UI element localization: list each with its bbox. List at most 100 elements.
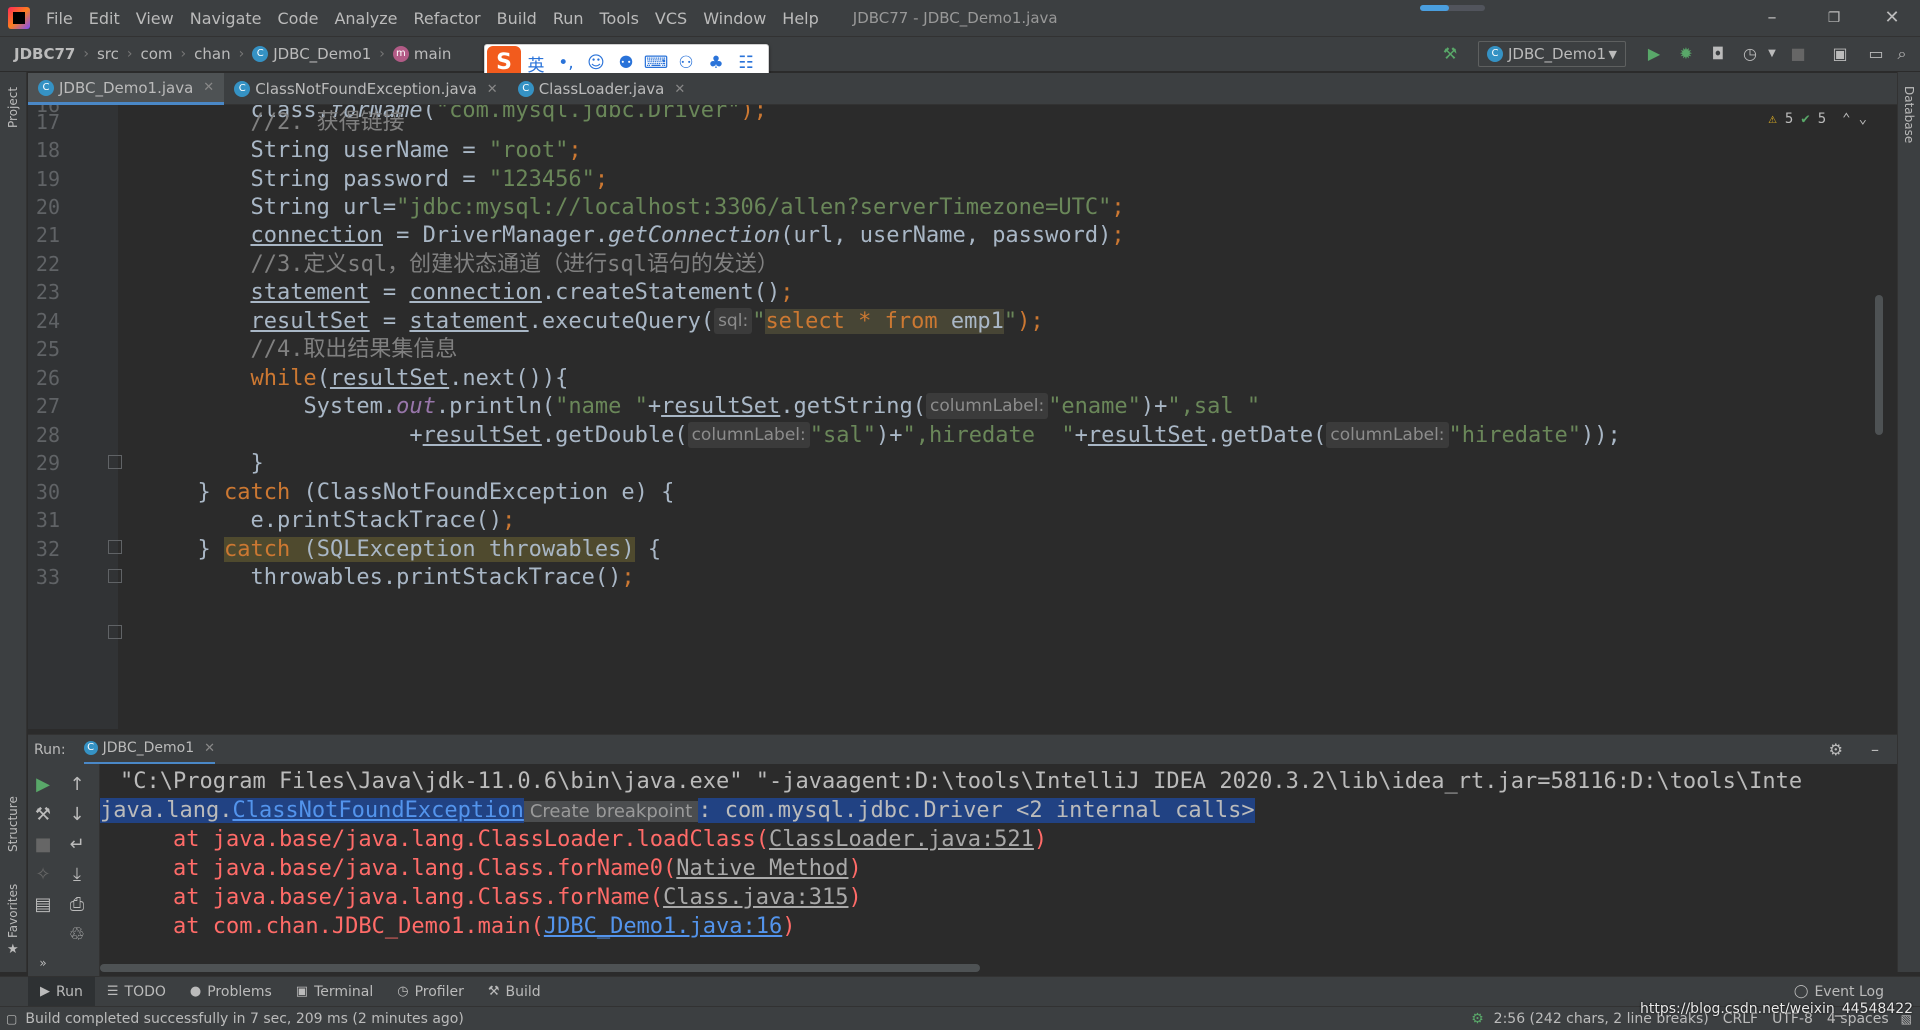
- wrench-icon[interactable]: ⚒: [32, 804, 54, 826]
- watermark: https://blog.csdn.net/weixin_44548422: [1640, 1001, 1914, 1017]
- restore-button[interactable]: ❐: [1822, 6, 1846, 30]
- menu-refactor[interactable]: Refactor: [406, 9, 489, 28]
- status-toggle-icon[interactable]: ▢: [6, 1012, 17, 1026]
- chevron-down-icon[interactable]: ▼: [1762, 44, 1782, 64]
- stop-icon[interactable]: ■: [1788, 44, 1808, 64]
- user-icon[interactable]: ⚇: [671, 53, 701, 73]
- close-window-button[interactable]: ✕: [1880, 6, 1904, 30]
- menu-code[interactable]: Code: [270, 9, 327, 28]
- profile-icon[interactable]: ◷: [1740, 44, 1760, 64]
- breadcrumb-class[interactable]: C JDBC_Demo1: [248, 45, 375, 63]
- console-output[interactable]: "C:\Program Files\Java\jdk-11.0.6\bin\ja…: [100, 764, 1897, 976]
- menu-build[interactable]: Build: [489, 9, 545, 28]
- ime-punctuation-toggle[interactable]: •,: [551, 53, 581, 73]
- hammer-icon: ⚒: [487, 984, 500, 999]
- more-icon[interactable]: »: [32, 952, 54, 974]
- menu-file[interactable]: File: [38, 9, 81, 28]
- minimize-button[interactable]: –: [1760, 6, 1784, 30]
- search-icon[interactable]: ⌕: [1892, 44, 1912, 64]
- run-icon[interactable]: ▶: [1644, 44, 1664, 64]
- run-tab[interactable]: C JDBC_Demo1 ✕: [83, 735, 216, 765]
- breadcrumb-project[interactable]: JDBC77: [0, 45, 79, 63]
- profiler-tool-button[interactable]: ◷ Profiler: [385, 984, 476, 1000]
- stack-trace-link[interactable]: ClassLoader.java:521: [769, 827, 1034, 852]
- chevron-down-icon[interactable]: ⌄: [1859, 111, 1867, 127]
- intellij-logo-icon: [8, 7, 30, 29]
- inspection-widget[interactable]: ⚠ 5 ✔ 5 ⌃ ⌄: [1768, 111, 1867, 127]
- close-icon[interactable]: ✕: [203, 80, 214, 95]
- exception-link[interactable]: ClassNotFoundException: [232, 798, 523, 823]
- menu-view[interactable]: View: [128, 9, 182, 28]
- menu-tools[interactable]: Tools: [592, 9, 647, 28]
- stop-icon[interactable]: ■: [32, 834, 54, 856]
- run-config-label: JDBC_Demo1: [1508, 45, 1607, 63]
- chevron-up-icon[interactable]: ⌃: [1842, 111, 1850, 127]
- toggle-toolbar-icon[interactable]: ▭: [1866, 44, 1886, 64]
- arrow-up-icon[interactable]: ↑: [66, 774, 88, 796]
- keyboard-icon[interactable]: ⌨: [641, 53, 671, 73]
- microphone-icon[interactable]: ⚉: [611, 53, 641, 73]
- arrow-down-icon[interactable]: ↓: [66, 804, 88, 826]
- menu-edit[interactable]: Edit: [81, 9, 128, 28]
- class-icon: C: [517, 81, 534, 97]
- skin-icon[interactable]: ♣: [701, 53, 731, 73]
- rerun-icon[interactable]: ▶: [32, 774, 54, 796]
- hide-panel-icon[interactable]: –: [1871, 740, 1879, 759]
- breadcrumb-method[interactable]: m main: [389, 45, 455, 63]
- print-icon[interactable]: ⎙: [66, 894, 88, 916]
- create-breakpoint-link[interactable]: Create breakpoint: [523, 801, 699, 822]
- line-number-gutter[interactable]: 16 17 18 19 20 21 22 23 24 25 26 27 28 2…: [28, 105, 122, 729]
- close-icon[interactable]: ✕: [487, 82, 498, 97]
- breadcrumb-com[interactable]: com: [136, 45, 176, 63]
- breadcrumb-src[interactable]: src: [93, 45, 123, 63]
- stack-trace-link[interactable]: JDBC_Demo1.java:16: [544, 914, 782, 939]
- restore-layout-icon[interactable]: ✧: [32, 864, 54, 886]
- menu-help[interactable]: Help: [774, 9, 826, 28]
- memory-indicator-icon[interactable]: ⚙: [1471, 1011, 1484, 1027]
- menu-window[interactable]: Window: [695, 9, 774, 28]
- build-tool-button[interactable]: ⚒ Build: [476, 984, 553, 1000]
- build-hammer-icon[interactable]: ⚒: [1440, 44, 1460, 64]
- editor-scrollbar[interactable]: [1875, 295, 1883, 435]
- favorites-tool-button[interactable]: Favorites: [6, 884, 20, 938]
- todo-tool-button[interactable]: ☰ TODO: [95, 984, 178, 1000]
- coverage-icon[interactable]: ◘: [1708, 44, 1728, 64]
- toolbox-icon[interactable]: ☷: [731, 53, 761, 73]
- emoji-icon[interactable]: ☺: [581, 53, 611, 73]
- ime-language-toggle[interactable]: 英: [521, 51, 551, 76]
- event-log-button[interactable]: ◯ Event Log: [1782, 984, 1896, 1000]
- menu-analyze[interactable]: Analyze: [326, 9, 405, 28]
- menu-navigate[interactable]: Navigate: [182, 9, 270, 28]
- console-horizontal-scrollbar[interactable]: [100, 964, 980, 972]
- run-configuration-select[interactable]: C JDBC_Demo1 ▼: [1478, 41, 1626, 67]
- breadcrumb-chan[interactable]: chan: [190, 45, 234, 63]
- tab-classloader[interactable]: C ClassLoader.java ✕: [508, 73, 696, 105]
- project-tool-button[interactable]: Project: [6, 87, 20, 128]
- close-icon[interactable]: ✕: [204, 741, 215, 756]
- scroll-to-end-icon[interactable]: ⤓: [66, 864, 88, 886]
- stack-trace-link[interactable]: Class.java:315: [663, 885, 848, 910]
- terminal-tool-button[interactable]: ▣ Terminal: [284, 984, 385, 1000]
- layout-icon[interactable]: ▤: [32, 894, 54, 916]
- star-icon: ★: [7, 942, 19, 957]
- soft-wrap-icon[interactable]: ↵: [66, 834, 88, 856]
- code-editor[interactable]: 16 17 18 19 20 21 22 23 24 25 26 27 28 2…: [28, 105, 1897, 729]
- run-tool-button[interactable]: ▶ Run: [28, 976, 95, 1007]
- tab-jdbc-demo1[interactable]: C JDBC_Demo1.java ✕: [28, 73, 225, 105]
- project-structure-icon[interactable]: ▣: [1830, 44, 1850, 64]
- structure-tool-button[interactable]: Structure: [6, 796, 20, 852]
- close-icon[interactable]: ✕: [674, 82, 685, 97]
- stack-trace-link[interactable]: Native Method: [676, 856, 848, 881]
- trash-icon[interactable]: ♲: [66, 924, 88, 946]
- debug-icon[interactable]: ✹: [1676, 44, 1696, 64]
- background-progress-bar[interactable]: [1420, 5, 1485, 11]
- tab-classnotfoundexception[interactable]: C ClassNotFoundException.java ✕: [224, 73, 507, 105]
- check-icon: ✔: [1801, 111, 1810, 127]
- problems-tool-button[interactable]: ● Problems: [178, 984, 284, 1000]
- menu-vcs[interactable]: VCS: [647, 9, 695, 28]
- menu-run[interactable]: Run: [545, 9, 592, 28]
- database-tool-button[interactable]: Database: [1902, 86, 1916, 143]
- code-area[interactable]: class.forName("com.mysql.jdbc.Driver"); …: [118, 105, 1818, 729]
- gear-icon[interactable]: ⚙: [1829, 740, 1843, 759]
- status-message[interactable]: Build completed successfully in 7 sec, 2…: [25, 1011, 463, 1027]
